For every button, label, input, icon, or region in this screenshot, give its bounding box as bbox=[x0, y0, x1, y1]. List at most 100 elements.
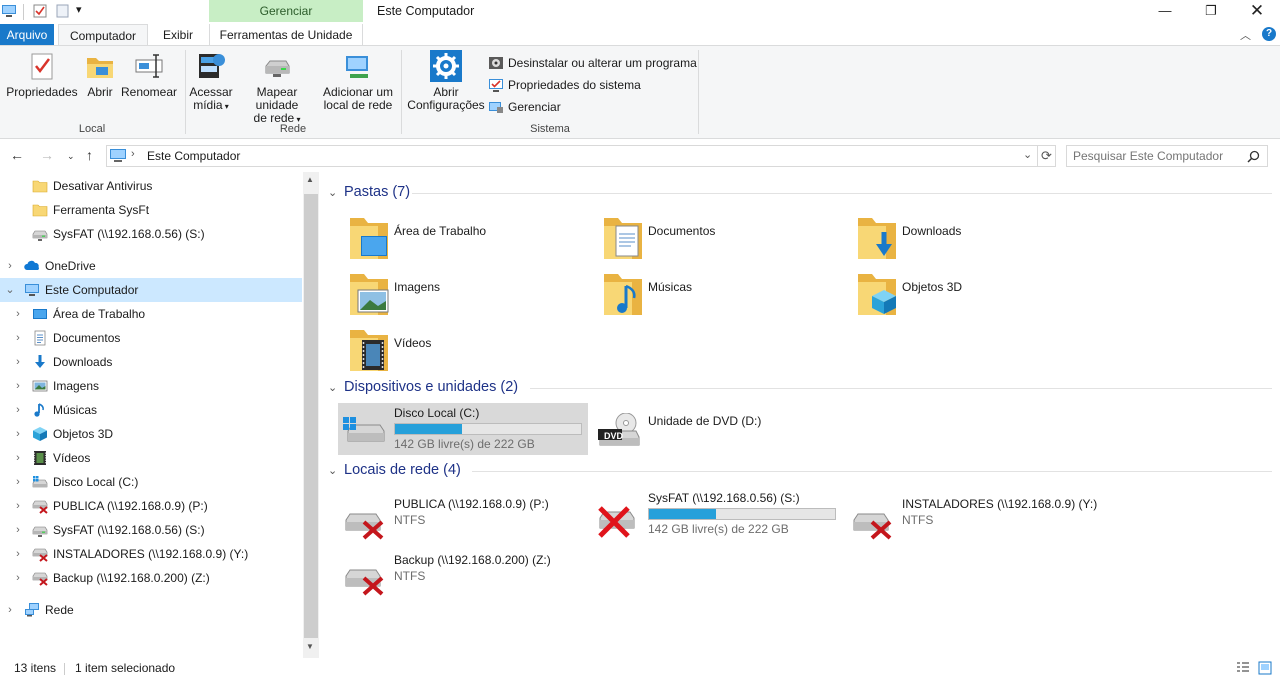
tab-exibir[interactable]: Exibir bbox=[153, 24, 203, 46]
collapsed-chevron-icon[interactable]: › bbox=[12, 470, 24, 494]
mapear-unidade-button[interactable]: Mapear unidade de rede ▾ bbox=[234, 50, 320, 126]
group-label-sistema: Sistema bbox=[530, 123, 570, 135]
drive-dvd-d[interactable]: DVD Unidade de DVD (D:) bbox=[592, 403, 842, 455]
address-history-chevron-icon[interactable]: ⌄ bbox=[1023, 148, 1032, 161]
folder-downloads[interactable]: Downloads bbox=[828, 214, 1078, 266]
propriedades-sistema-button[interactable]: Propriedades do sistema bbox=[488, 76, 641, 94]
nav-item-sysfat-192-168-0-56-s[interactable]: › SysFAT (\\192.168.0.56) (S:) bbox=[0, 518, 302, 542]
collapsed-chevron-icon[interactable]: › bbox=[12, 350, 24, 374]
drive-name: SysFAT (\\192.168.0.56) (S:) bbox=[648, 491, 800, 505]
network-drive-instaladores[interactable]: INSTALADORES (\\192.168.0.9) (Y:) NTFS bbox=[846, 494, 1097, 546]
gerenciar-label: Gerenciar bbox=[508, 100, 561, 114]
nav-item-v-deos[interactable]: › Vídeos bbox=[0, 446, 302, 470]
computer-icon[interactable] bbox=[2, 4, 16, 18]
section-header-dispositivos[interactable]: ⌄ Dispositivos e unidades (2) bbox=[328, 379, 518, 395]
tab-arquivo[interactable]: Arquivo bbox=[0, 24, 54, 46]
collapsed-chevron-icon[interactable]: › bbox=[12, 446, 24, 470]
abrir-button[interactable]: Abrir bbox=[82, 50, 118, 99]
collapsed-chevron-icon[interactable]: › bbox=[12, 326, 24, 350]
recent-locations-chevron-icon[interactable]: ⌄ bbox=[67, 151, 75, 162]
large-icons-view-icon[interactable] bbox=[1258, 661, 1272, 675]
network-drive-backup[interactable]: Backup (\\192.168.0.200) (Z:) NTFS bbox=[338, 550, 588, 602]
nav-item-objetos-3d[interactable]: › Objetos 3D bbox=[0, 422, 302, 446]
folder-objetos-3d[interactable]: Objetos 3D bbox=[828, 270, 1078, 322]
local-disk-icon bbox=[343, 417, 385, 442]
close-button[interactable]: ✕ bbox=[1234, 0, 1280, 24]
nav-item-m-sicas[interactable]: › Músicas bbox=[0, 398, 302, 422]
documents-folder-icon bbox=[604, 218, 642, 259]
nav-item-disco-local-c[interactable]: › Disco Local (C:) bbox=[0, 470, 302, 494]
nav-scrollbar-thumb[interactable] bbox=[304, 194, 318, 638]
folder-documentos[interactable]: Documentos bbox=[574, 214, 824, 266]
add-network-location-icon bbox=[346, 56, 368, 78]
nav-item-imagens[interactable]: › Imagens bbox=[0, 374, 302, 398]
nav-item-instaladores-192-168-0-9-y[interactable]: › INSTALADORES (\\192.168.0.9) (Y:) bbox=[0, 542, 302, 566]
network-drive-publica[interactable]: PUBLICA (\\192.168.0.9) (P:) NTFS bbox=[338, 494, 588, 546]
nav-item-backup-192-168-0-200-z[interactable]: › Backup (\\192.168.0.200) (Z:) bbox=[0, 566, 302, 590]
folder-imagens[interactable]: Imagens bbox=[320, 270, 570, 322]
gerenciar-button[interactable]: Gerenciar bbox=[488, 98, 561, 116]
disconnected-drive-icon bbox=[598, 506, 635, 538]
nav-item-sysfat-192-168-0-56-s[interactable]: SysFAT (\\192.168.0.56) (S:) bbox=[0, 222, 302, 246]
scroll-up-icon[interactable]: ▲ bbox=[306, 175, 314, 184]
nav-item-rede[interactable]: › Rede bbox=[0, 598, 302, 622]
collapsed-chevron-icon[interactable]: › bbox=[4, 598, 16, 622]
search-box[interactable] bbox=[1066, 145, 1268, 167]
nav-item-ferramenta-sysft[interactable]: Ferramenta SysFt bbox=[0, 198, 302, 222]
nav-item-rea-de-trabalho[interactable]: › Área de Trabalho bbox=[0, 302, 302, 326]
dropdown-arrow-icon: ▾ bbox=[222, 102, 229, 111]
collapsed-chevron-icon[interactable]: › bbox=[12, 518, 24, 542]
collapsed-chevron-icon[interactable]: › bbox=[12, 422, 24, 446]
help-icon[interactable]: ? bbox=[1262, 27, 1276, 41]
minimize-button[interactable]: — bbox=[1142, 0, 1188, 24]
forward-arrow-icon[interactable]: → bbox=[40, 147, 54, 163]
propriedades-button[interactable]: Propriedades bbox=[4, 50, 80, 99]
nav-item-downloads[interactable]: › Downloads bbox=[0, 350, 302, 374]
scroll-down-icon[interactable]: ▼ bbox=[306, 642, 314, 651]
renomear-button[interactable]: Renomear bbox=[120, 50, 178, 99]
drive-free-space: 142 GB livre(s) de 222 GB bbox=[648, 522, 789, 536]
collapsed-chevron-icon[interactable]: › bbox=[12, 566, 24, 590]
section-header-locais-rede[interactable]: ⌄ Locais de rede (4) bbox=[328, 462, 461, 478]
nav-item-onedrive[interactable]: › OneDrive bbox=[0, 254, 302, 278]
search-input[interactable] bbox=[1073, 149, 1243, 163]
expanded-chevron-icon[interactable]: ⌄ bbox=[4, 278, 16, 302]
nav-item-este-computador[interactable]: ⌄ Este Computador bbox=[0, 278, 302, 302]
restore-button[interactable]: ❐ bbox=[1188, 0, 1234, 24]
collapsed-chevron-icon[interactable]: › bbox=[12, 542, 24, 566]
breadcrumb-current[interactable]: Este Computador bbox=[147, 149, 240, 163]
nav-item-documentos[interactable]: › Documentos bbox=[0, 326, 302, 350]
collapsed-chevron-icon[interactable]: › bbox=[4, 254, 16, 278]
collapse-ribbon-icon[interactable]: ︿ bbox=[1240, 27, 1251, 43]
tab-computador[interactable]: Computador bbox=[58, 24, 148, 46]
nav-item-desativar-antivirus[interactable]: Desativar Antivirus bbox=[0, 174, 302, 198]
address-bar[interactable]: › Este Computador ⌄ bbox=[106, 145, 1038, 167]
acessar-midia-button[interactable]: Acessar mídia ▾ bbox=[188, 50, 234, 113]
drive-disco-local-c[interactable]: Disco Local (C:) 142 GB livre(s) de 222 … bbox=[338, 403, 588, 455]
customize-qat-icon[interactable]: ▾ bbox=[76, 3, 82, 16]
new-folder-icon[interactable] bbox=[56, 4, 70, 18]
properties-icon[interactable] bbox=[33, 4, 47, 18]
refresh-button[interactable]: ⟳ bbox=[1038, 145, 1056, 167]
collapsed-chevron-icon[interactable]: › bbox=[12, 374, 24, 398]
propriedades-sistema-label: Propriedades do sistema bbox=[508, 78, 641, 92]
section-header-pastas[interactable]: ⌄ Pastas (7) bbox=[328, 184, 410, 200]
abrir-configuracoes-button[interactable]: Abrir Configurações bbox=[404, 50, 488, 112]
folder-videos[interactable]: Vídeos bbox=[320, 326, 570, 378]
collapsed-chevron-icon[interactable]: › bbox=[12, 302, 24, 326]
folder-area-de-trabalho[interactable]: Área de Trabalho bbox=[320, 214, 570, 266]
details-view-icon[interactable] bbox=[1236, 661, 1250, 675]
nav-item-publica-192-168-0-9-p[interactable]: › PUBLICA (\\192.168.0.9) (P:) bbox=[0, 494, 302, 518]
tab-ferramentas-de-unidade[interactable]: Ferramentas de Unidade bbox=[209, 24, 363, 46]
folder-musicas[interactable]: Músicas bbox=[574, 270, 824, 322]
up-arrow-icon[interactable]: ↑ bbox=[86, 147, 93, 163]
desinstalar-programa-button[interactable]: Desinstalar ou alterar um programa bbox=[488, 54, 697, 72]
collapsed-chevron-icon[interactable]: › bbox=[12, 494, 24, 518]
adicionar-local-rede-button[interactable]: Adicionar um local de rede bbox=[322, 50, 394, 112]
back-arrow-icon[interactable]: ← bbox=[10, 147, 24, 163]
collapsed-chevron-icon[interactable]: › bbox=[12, 398, 24, 422]
nav-item-label: Este Computador bbox=[45, 283, 139, 297]
search-icon[interactable] bbox=[1247, 150, 1260, 163]
network-drive-sysfat[interactable]: SysFAT (\\192.168.0.56) (S:) 142 GB livr… bbox=[592, 488, 842, 540]
desktop-folder-icon bbox=[350, 218, 388, 259]
